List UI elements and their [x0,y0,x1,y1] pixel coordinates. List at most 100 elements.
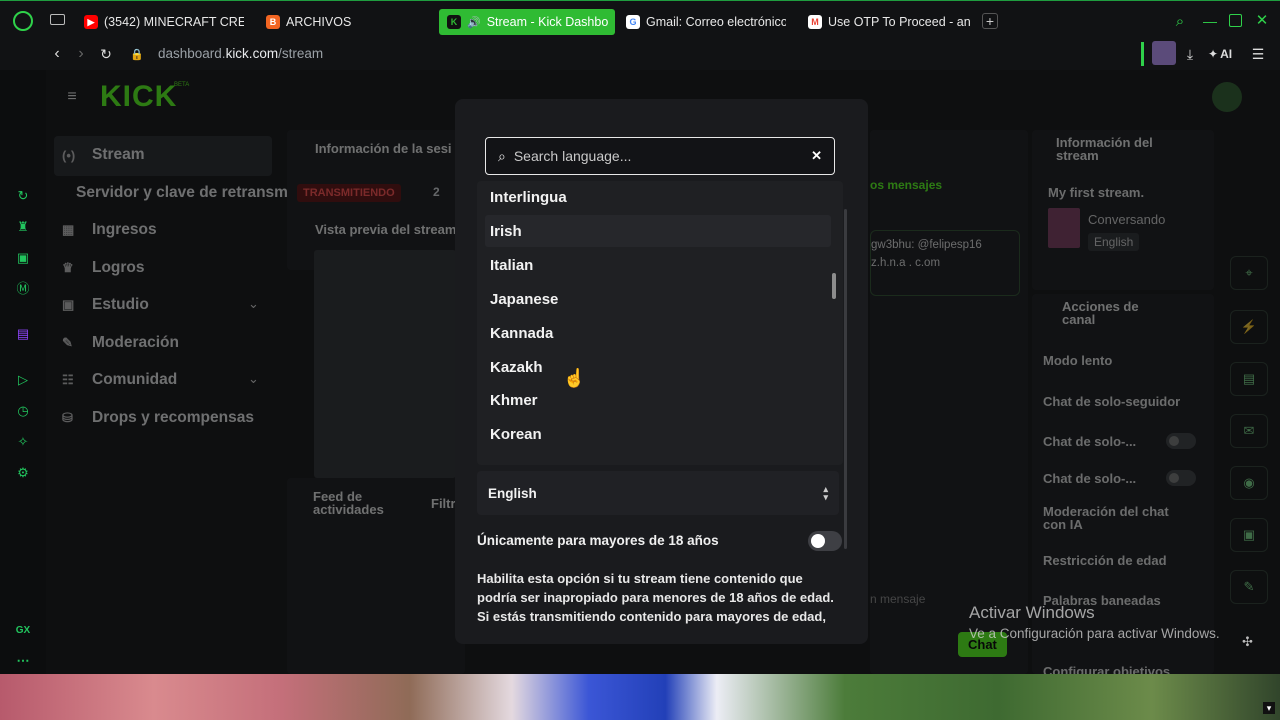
wrench-icon[interactable]: ✎ [1230,570,1268,604]
search-icon[interactable]: ⌕ [1172,13,1188,30]
chat-panel: os mensajes gw3bhu: @felipesp16 z.h.n.a … [870,130,1028,674]
windows-watermark-title: Activar Windows [969,603,1095,622]
subs-only-toggle[interactable] [1166,433,1196,449]
opera-logo-icon[interactable] [13,11,33,31]
nav-item-stream[interactable]: (•) Stream [62,146,145,164]
menu-icon[interactable]: ≡ [64,88,80,105]
more-icon[interactable]: ⋯ [15,653,31,669]
twitch-icon[interactable]: ▣ [15,250,31,266]
language-search-input[interactable]: ⌕ Search language... ✕ [485,137,835,175]
bot-icon[interactable]: ♜ [15,219,31,235]
tab-switcher-icon[interactable] [50,14,65,25]
action-subs-only[interactable]: Chat de solo-... [1043,434,1136,449]
chevron-down-icon[interactable]: ⌄ [248,371,259,387]
kick-icon: K [447,15,461,29]
puzzle-icon[interactable]: ✣ [1242,634,1253,650]
speaker-icon[interactable]: 🔊 [467,16,481,29]
ai-icon[interactable]: ✦ AI [1208,45,1232,63]
stream-preview [314,250,456,478]
nav-label: Comunidad [92,371,178,388]
list-scrollbar[interactable] [832,273,836,299]
action-ai-moderation[interactable]: Moderación del chat con IA [1043,505,1173,531]
url-domain: kick.com [225,46,279,61]
stream-thumbnail [1048,208,1080,248]
close-window-icon[interactable]: ✕ [1254,12,1270,29]
lightning-icon[interactable]: ⚡ [1230,310,1268,344]
language-option[interactable]: Japanese [485,283,831,315]
tab-gmail[interactable]: G Gmail: Correo electrónico [626,9,786,35]
nav-item-achievements[interactable]: ♛ Logros [62,259,145,277]
preview-title: Vista previa del stream [315,222,457,237]
tab-youtube[interactable]: ▶ (3542) MINECRAFT CREE [84,9,244,35]
language-option[interactable]: Italian [485,249,831,281]
extensions-icon[interactable]: ✧ [15,434,31,450]
nav-label: Estudio [92,296,149,313]
nav-item-studio[interactable]: ▣ Estudio [62,296,149,314]
clear-icon[interactable]: ✕ [811,148,822,164]
nav-item-revenue[interactable]: ▦ Ingresos [62,221,157,239]
youtube-icon: ▶ [84,15,98,29]
user-avatar[interactable] [1212,82,1242,112]
language-option[interactable]: Khmer [485,384,831,416]
stream-category: Conversando [1088,212,1166,227]
beta-badge: BETA [174,82,190,88]
new-tab-icon[interactable]: + [982,13,998,29]
resize-icon[interactable]: ▾ [1263,702,1275,714]
language-option[interactable]: Kazakh [485,351,831,383]
activity-panel: Feed de actividades Filtr [287,478,465,674]
language-option[interactable]: Irish [485,215,831,247]
action-age-restriction[interactable]: Restricción de edad [1043,553,1167,568]
notes-icon[interactable]: ▤ [1230,362,1268,396]
emotes-only-toggle[interactable] [1166,470,1196,486]
language-select[interactable]: English ▴ ▾ [477,471,839,515]
tab-kick-dashboard[interactable]: K 🔊 Stream - Kick Dashbo [439,9,615,35]
clips-icon[interactable]: ▣ [1230,518,1268,552]
camera-icon[interactable]: ⌖ [1230,256,1268,290]
url-field[interactable]: dashboard.kick.com/stream [158,46,323,61]
download-icon[interactable]: ⤓ [1182,45,1198,63]
chat-message: gw3bhu: @felipesp16 z.h.n.a . c.om [870,230,1020,296]
chevron-down-icon[interactable]: ⌄ [248,296,259,312]
language-option[interactable]: Kannada [485,317,831,349]
tab-title: Gmail: Correo electrónico [646,15,786,29]
maximize-icon[interactable] [1229,14,1242,27]
action-followers-only[interactable]: Chat de solo-seguidor [1043,394,1180,409]
gx-icon[interactable]: GX [15,623,31,639]
extension-divider [1141,42,1144,66]
chat-input[interactable]: n mensaje [870,592,925,606]
broadcast-icon[interactable]: ◉ [1230,466,1268,500]
action-goals[interactable]: Configurar objetivos [1043,664,1170,674]
history-icon[interactable]: ◷ [15,403,31,419]
tab-title: Stream - Kick Dashbo [486,15,609,29]
minimize-icon[interactable]: — [1203,13,1217,29]
easy-setup-icon[interactable]: ☰ [1250,45,1266,63]
nav-item-drops[interactable]: ⛁ Drops y recompensas [62,409,254,427]
language-option[interactable]: Korean [485,418,831,450]
filter-label[interactable]: Filtr [431,496,456,511]
tab-otp[interactable]: M Use OTP To Proceed - and [808,9,970,35]
chat-bubble-icon[interactable]: ✉ [1230,414,1268,448]
profile-avatar-icon[interactable] [1152,41,1176,65]
stream-info-panel: Información del stream My first stream. … [1032,130,1214,290]
twitch-purple-icon[interactable]: ▤ [15,326,31,342]
language-option[interactable]: Interlingua [485,181,831,213]
nav-item-community[interactable]: ☷ Comunidad [62,371,177,389]
tab-archivos[interactable]: B ARCHIVOS [266,9,386,35]
lock-icon: 🔒 [130,48,144,61]
community-icon: ☷ [62,372,74,387]
modal-scrollbar[interactable] [844,209,847,549]
nav-item-moderation[interactable]: ✎ Moderación [62,334,179,352]
action-emotes-only[interactable]: Chat de solo-... [1043,471,1136,486]
nav-item-server-key[interactable]: Servidor y clave de retransm [76,184,288,202]
adult-content-toggle[interactable] [808,531,842,551]
player-icon[interactable]: ▷ [15,372,31,388]
address-bar: ‹ › ↻ 🔒 dashboard.kick.com/stream ⤓ ✦ AI … [0,40,1280,70]
kick-logo[interactable]: KICK [100,80,177,114]
speed-dial-icon[interactable]: ↻ [15,188,31,204]
reload-icon[interactable]: ↻ [98,45,114,63]
action-slow-mode[interactable]: Modo lento [1043,353,1112,368]
messenger-icon[interactable]: Ⓜ [15,281,31,297]
back-icon[interactable]: ‹ [50,45,64,63]
forward-icon[interactable]: › [74,45,88,63]
settings-icon[interactable]: ⚙ [15,465,31,481]
